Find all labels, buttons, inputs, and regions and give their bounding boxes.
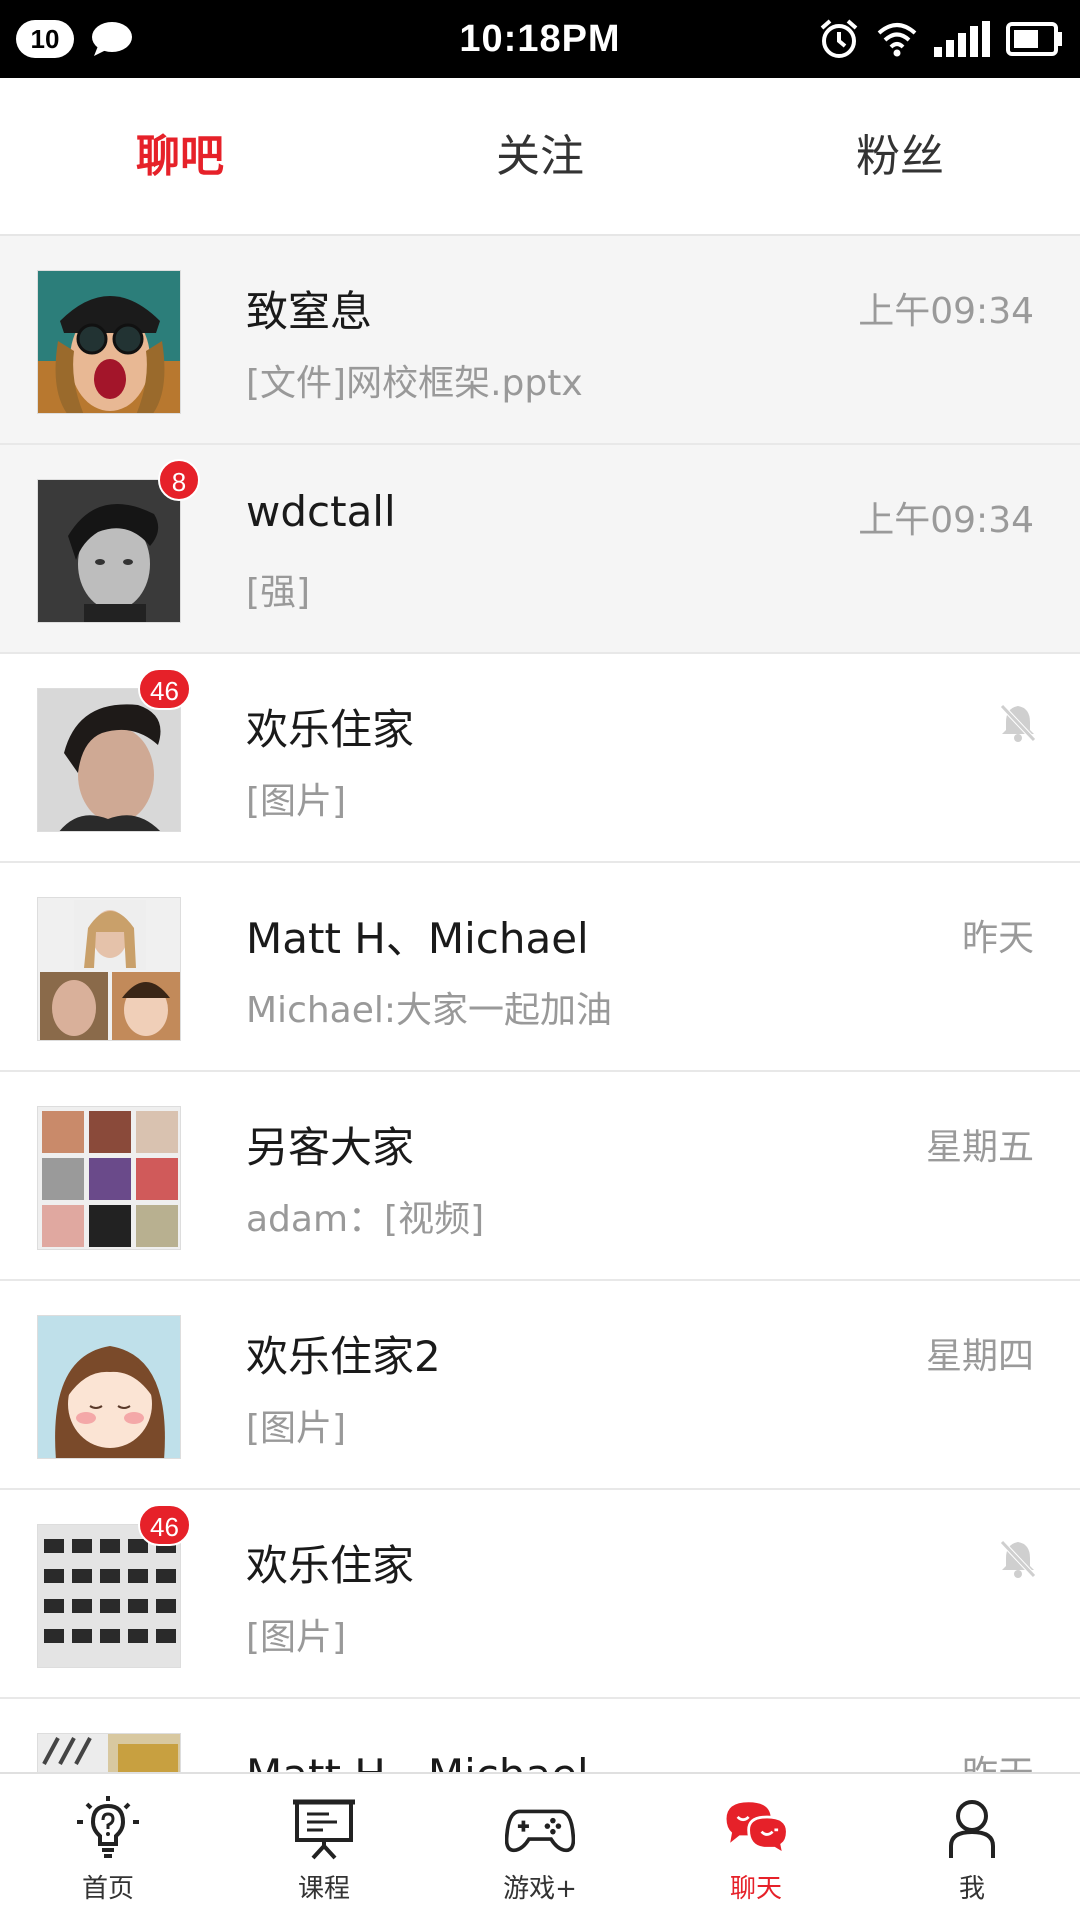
mute-bell-icon [1000, 704, 1036, 742]
alarm-icon [820, 19, 858, 58]
top-tab-bar: 聊吧 关注 粉丝 [0, 78, 1080, 236]
gamepad-icon [505, 1809, 575, 1853]
chat-name: 欢乐住家 [246, 705, 415, 754]
avatar [37, 479, 181, 623]
chat-time: 星期四 [925, 1336, 1034, 1377]
avatar [37, 897, 181, 1041]
chat-row[interactable]: Matt H、Michael Michael:大家一起加油 昨天 [0, 863, 1080, 1072]
lightbulb-icon [77, 1796, 139, 1858]
mute-bell-icon [1000, 1540, 1036, 1578]
chat-name: 另客大家 [246, 1123, 415, 1172]
chat-row[interactable]: 8 wdctall [强] 上午09:34 [0, 445, 1080, 654]
avatar [37, 1106, 181, 1250]
bottom-nav: 首页 课程 游戏+ 聊天 我 [0, 1772, 1080, 1920]
chat-name: wdctall [246, 487, 396, 536]
chat-name: Matt H、Michael [246, 914, 589, 963]
chat-preview: [图片] [246, 781, 347, 822]
status-bar: 10 10:18PM [0, 0, 1080, 78]
tab-followers[interactable]: 粉丝 [720, 78, 1080, 234]
chat-time: 昨天 [962, 1745, 1034, 1772]
chat-row[interactable]: Matt H、Michael 昨天 [0, 1699, 1080, 1772]
chat-list[interactable]: 致窒息 [文件]网校框架.pptx 上午09:34 8 wdctall [强] … [0, 236, 1080, 1772]
chat-preview: [图片] [246, 1408, 347, 1449]
nav-me[interactable]: 我 [864, 1774, 1080, 1920]
avatar [37, 1315, 181, 1459]
nav-label: 聊天 [729, 1874, 782, 1904]
chat-name: 欢乐住家2 [246, 1332, 441, 1381]
nav-home[interactable]: 首页 [0, 1774, 216, 1920]
chat-time: 上午09:34 [858, 291, 1034, 332]
nav-label: 课程 [297, 1874, 350, 1904]
chat-preview: [图片] [246, 1617, 347, 1658]
chat-preview: [文件]网校框架.pptx [246, 363, 583, 404]
chat-row[interactable]: 致窒息 [文件]网校框架.pptx 上午09:34 [0, 236, 1080, 445]
avatar [37, 270, 181, 414]
chat-row[interactable]: 欢乐住家2 [图片] 星期四 [0, 1281, 1080, 1490]
chat-bubbles-icon [726, 1802, 789, 1857]
chat-preview: Michael:大家一起加油 [246, 990, 613, 1031]
avatar [37, 1733, 181, 1772]
chat-row[interactable]: 46 欢乐住家 [图片] [0, 1490, 1080, 1699]
presentation-board-icon [293, 1799, 355, 1860]
unread-badge: 8 [158, 459, 200, 501]
chat-row[interactable]: 46 欢乐住家 [图片] [0, 654, 1080, 863]
user-icon [949, 1800, 995, 1858]
chat-time: 昨天 [961, 918, 1034, 959]
nav-label: 我 [958, 1874, 985, 1904]
tab-following[interactable]: 关注 [360, 78, 720, 234]
chat-time: 上午09:34 [858, 500, 1034, 541]
nav-games[interactable]: 游戏+ [432, 1774, 648, 1920]
nav-label: 游戏+ [503, 1874, 577, 1904]
nav-label: 首页 [81, 1874, 134, 1904]
nav-courses[interactable]: 课程 [216, 1774, 432, 1920]
chat-row[interactable]: 另客大家 adam：[视频] 星期五 [0, 1072, 1080, 1281]
unread-badge: 46 [138, 668, 191, 710]
unread-badge: 46 [138, 1504, 191, 1546]
wifi-icon [877, 23, 917, 57]
signal-icon [934, 21, 990, 57]
battery-icon [1006, 22, 1062, 56]
chat-preview: [强] [246, 572, 311, 613]
nav-chat[interactable]: 聊天 [648, 1774, 864, 1920]
chat-name: 欢乐住家 [246, 1541, 415, 1590]
chat-name: Matt H、Michael [246, 1741, 589, 1772]
tab-chat-bar[interactable]: 聊吧 [0, 78, 360, 234]
chat-time: 星期五 [925, 1127, 1034, 1168]
chat-name: 致窒息 [246, 287, 373, 336]
chat-preview: adam：[视频] [246, 1199, 485, 1240]
